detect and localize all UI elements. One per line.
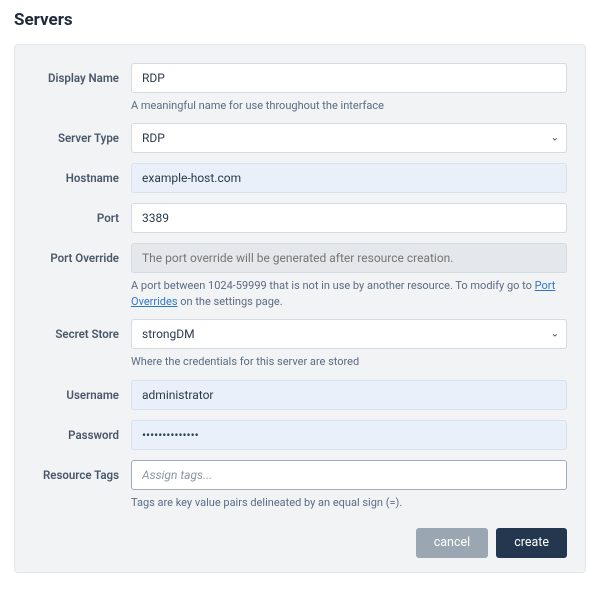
display-name-hint: A meaningful name for use throughout the… [131,98,567,113]
cancel-button[interactable]: cancel [416,528,488,558]
secret-store-select[interactable]: strongDM [131,319,567,349]
display-name-input[interactable] [131,63,567,93]
hostname-label: Hostname [33,163,131,185]
port-input[interactable] [131,203,567,233]
resource-tags-input[interactable] [131,460,567,490]
server-form-panel: Display Name A meaningful name for use t… [14,44,586,573]
username-label: Username [33,380,131,402]
secret-store-hint: Where the credentials for this server ar… [131,354,567,369]
server-type-select[interactable]: RDP [131,123,567,153]
username-input[interactable] [131,380,567,410]
port-label: Port [33,203,131,225]
resource-tags-hint: Tags are key value pairs delineated by a… [131,495,567,510]
port-override-label: Port Override [33,243,131,265]
password-input[interactable] [131,420,567,450]
port-override-input [131,243,567,273]
hostname-input[interactable] [131,163,567,193]
display-name-label: Display Name [33,63,131,85]
server-type-label: Server Type [33,123,131,145]
page-title: Servers [14,10,586,30]
secret-store-label: Secret Store [33,319,131,341]
create-button[interactable]: create [496,528,567,558]
port-override-hint: A port between 1024-59999 that is not in… [131,278,567,309]
resource-tags-label: Resource Tags [33,460,131,482]
password-label: Password [33,420,131,442]
